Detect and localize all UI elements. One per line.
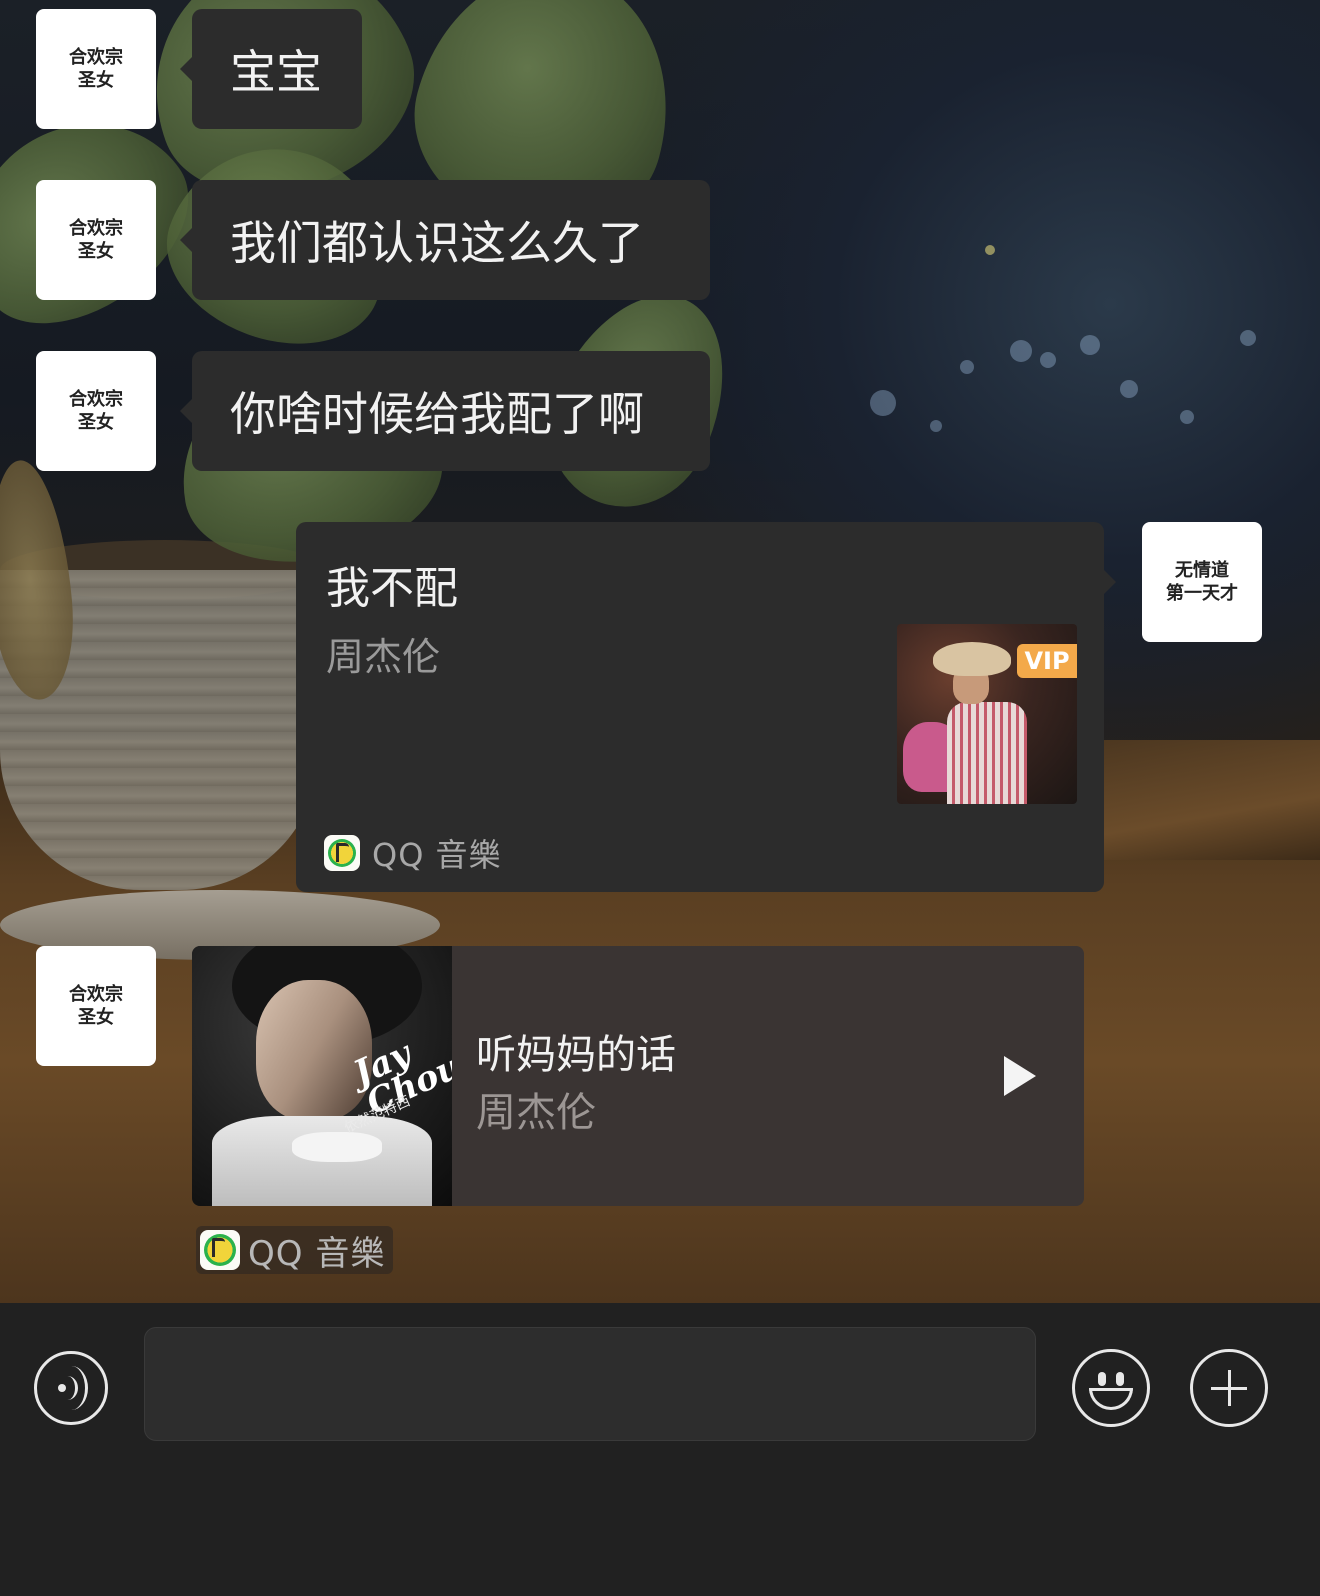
song-artist: 周杰伦	[476, 1090, 596, 1136]
avatar[interactable]: 合欢宗 圣女	[36, 180, 156, 300]
song-title: 我不配	[326, 563, 458, 614]
message-text: 你啥时候给我配了啊	[230, 387, 644, 441]
avatar-name-line: 合欢宗	[69, 47, 123, 68]
qq-music-icon	[324, 835, 360, 871]
message-bubble[interactable]: 你啥时候给我配了啊	[180, 351, 710, 471]
message-bubble[interactable]: 我们都认识这么久了	[180, 180, 710, 300]
source-label: QQ 音樂	[372, 836, 502, 874]
qq-music-icon	[200, 1230, 240, 1270]
avatar-name-line: 第一天才	[1166, 583, 1238, 604]
music-source[interactable]: QQ 音樂	[196, 1226, 394, 1274]
avatar-name-line: 合欢宗	[69, 389, 123, 410]
avatar-name-line: 圣女	[78, 412, 114, 433]
my-avatar[interactable]: 无情道 第一天才	[1142, 522, 1262, 642]
avatar-name-line: 圣女	[78, 70, 114, 91]
emoji-icon[interactable]	[1072, 1349, 1150, 1427]
album-cover: Jay Chou 依然范特西	[192, 946, 452, 1206]
avatar-name-line: 无情道	[1175, 560, 1229, 581]
avatar[interactable]: 合欢宗 圣女	[36, 351, 156, 471]
vip-badge: VIP	[1017, 644, 1077, 678]
avatar-name-line: 圣女	[78, 241, 114, 262]
album-cover: VIP	[897, 624, 1077, 804]
music-share-card[interactable]: 我不配 周杰伦 VIP QQ 音樂	[296, 522, 1116, 892]
source-label: QQ 音樂	[248, 1233, 386, 1274]
music-player-card[interactable]: Jay Chou 依然范特西 听妈妈的话 周杰伦	[192, 946, 1084, 1206]
avatar-name-line: 圣女	[78, 1007, 114, 1028]
song-artist: 周杰伦	[326, 635, 441, 679]
plus-icon[interactable]	[1190, 1349, 1268, 1427]
music-source: QQ 音樂	[324, 830, 502, 876]
message-bubble[interactable]: 宝宝	[180, 9, 362, 129]
avatar[interactable]: 合欢宗 圣女	[36, 946, 156, 1066]
song-title: 听妈妈的话	[476, 1032, 676, 1078]
message-text: 宝宝	[230, 45, 322, 99]
avatar-name-line: 合欢宗	[69, 218, 123, 239]
message-input[interactable]	[144, 1327, 1036, 1441]
avatar-name-line: 合欢宗	[69, 984, 123, 1005]
play-icon[interactable]	[1004, 1056, 1036, 1096]
chat-input-bar	[0, 1303, 1320, 1596]
background-railing	[1100, 740, 1320, 860]
avatar[interactable]: 合欢宗 圣女	[36, 9, 156, 129]
voice-icon[interactable]	[34, 1351, 108, 1425]
message-text: 我们都认识这么久了	[230, 216, 644, 270]
